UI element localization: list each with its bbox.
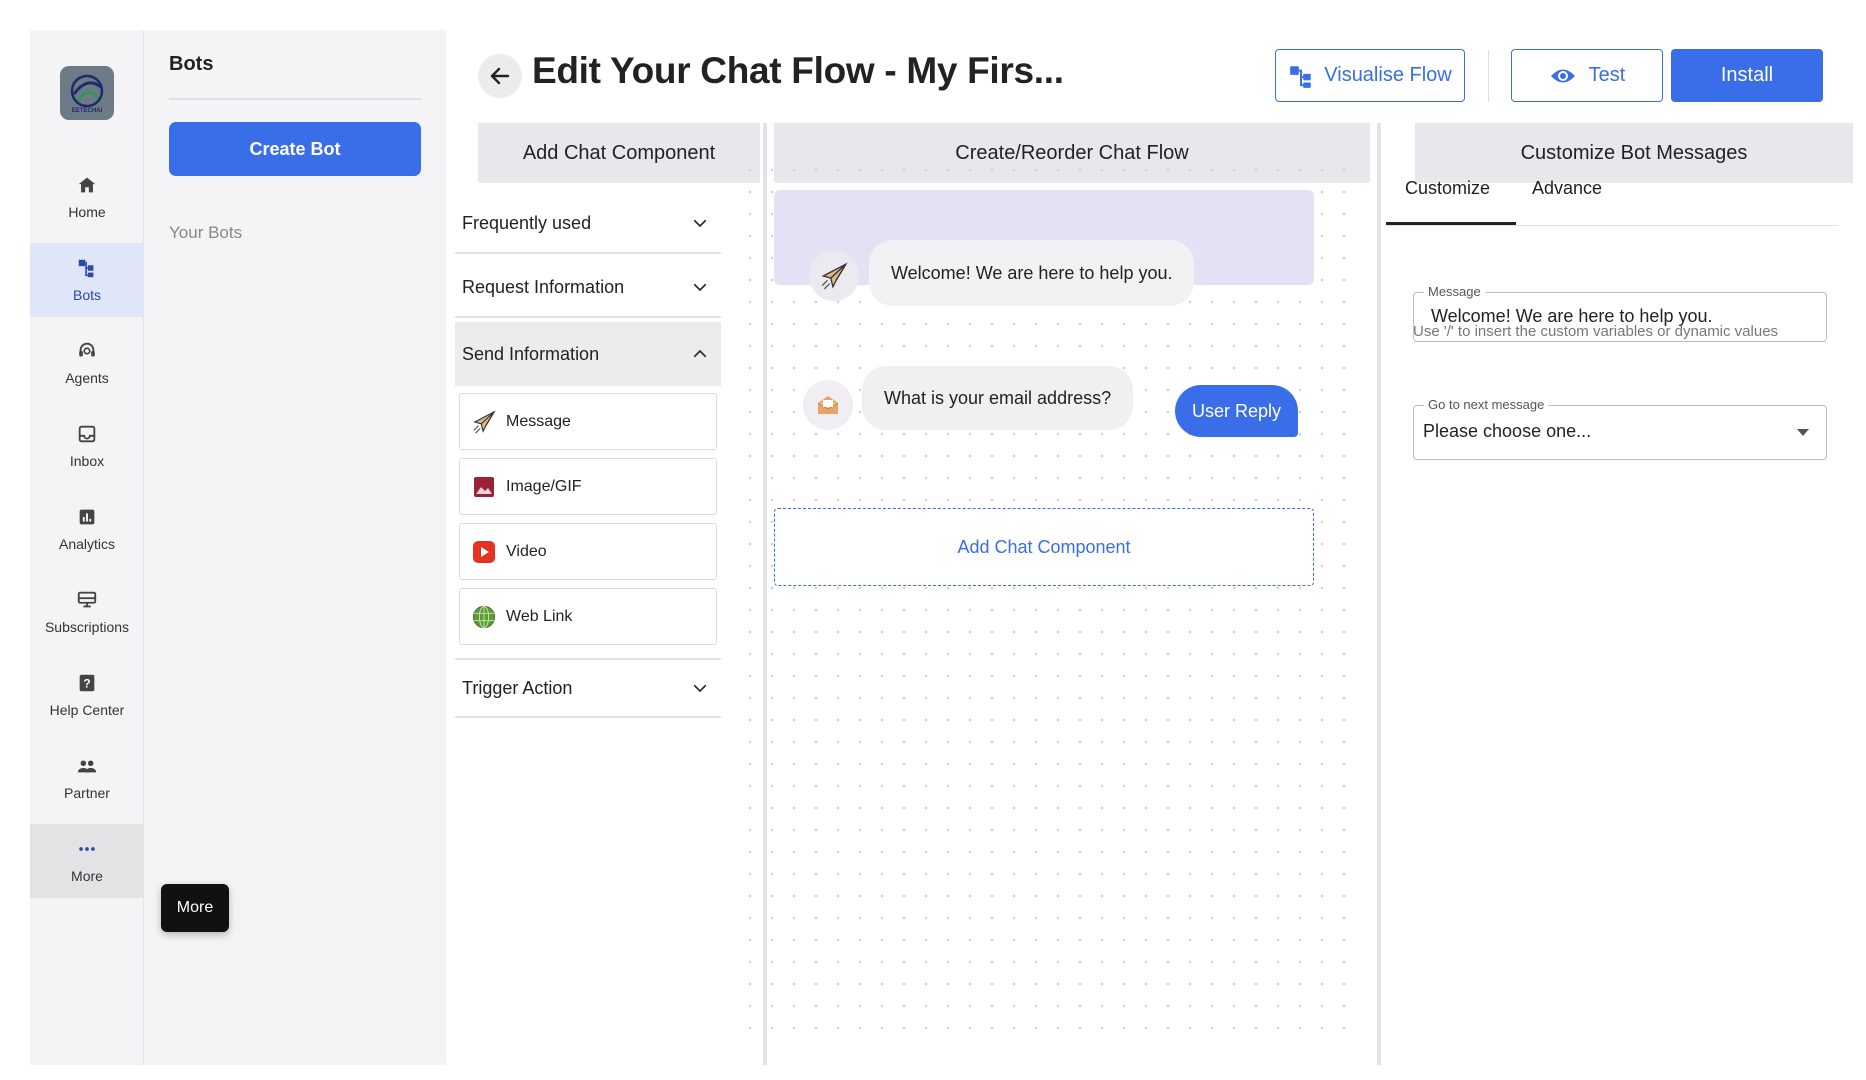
help-icon: ? [79, 674, 95, 692]
email-question-bubble[interactable]: What is your email address? [862, 366, 1134, 430]
nav-home[interactable]: Home [30, 160, 144, 234]
component-image-gif[interactable]: Image/GIF [459, 458, 717, 515]
group-label: Frequently used [462, 212, 592, 233]
nav-home-label: Home [68, 204, 106, 220]
test-label: Test [1588, 64, 1626, 86]
tab-customize[interactable]: Customize [1405, 178, 1490, 199]
svg-text:EETECHAI: EETECHAI [72, 108, 103, 114]
nav-analytics-label: Analytics [58, 536, 116, 552]
image-icon [472, 475, 496, 499]
nav-help-center-label: Help Center [49, 702, 125, 718]
flow-icon [1290, 65, 1312, 88]
add-component-header: Add Chat Component [478, 123, 760, 183]
more-tooltip: More [161, 884, 229, 932]
nav-agents-label: Agents [65, 370, 109, 386]
nav-subscriptions[interactable]: Subscriptions [30, 575, 144, 649]
chevron-down-icon [693, 283, 707, 292]
component-web-link[interactable]: Web Link [459, 588, 717, 645]
nav-subscriptions-label: Subscriptions [44, 619, 130, 635]
header-divider [1488, 50, 1489, 102]
visualise-flow-label: Visualise Flow [1324, 64, 1452, 86]
nav-bots[interactable]: Bots [30, 243, 144, 317]
page-title: Edit Your Chat Flow - My Firs... [532, 50, 1064, 91]
nav-partner[interactable]: Partner [30, 741, 144, 815]
component-label: Video [506, 542, 547, 560]
customize-header: Customize Bot Messages [1415, 123, 1853, 183]
divider [169, 98, 421, 100]
chevron-up-icon [693, 349, 707, 358]
component-video[interactable]: Video [459, 523, 717, 580]
nav-inbox-label: Inbox [69, 453, 105, 469]
welcome-bubble: Welcome! We are here to help you. [869, 240, 1195, 306]
test-button[interactable]: Test [1511, 49, 1663, 102]
component-label: Web Link [506, 607, 573, 625]
component-label: Image/GIF [506, 477, 582, 495]
inbox-icon [78, 425, 96, 443]
group-request-information[interactable]: Request Information [455, 258, 721, 318]
component-label: Message [506, 412, 571, 430]
paper-plane-icon [472, 409, 496, 434]
back-button[interactable] [478, 54, 522, 98]
user-reply-bubble[interactable]: User Reply [1175, 385, 1298, 437]
next-message-label: Go to next message [1424, 397, 1549, 412]
tab-advance[interactable]: Advance [1532, 178, 1602, 199]
more-icon [79, 847, 95, 851]
active-tab-indicator [1386, 222, 1516, 225]
nav-agents[interactable]: Agents [30, 326, 144, 400]
group-label: Trigger Action [462, 677, 573, 698]
nav-more[interactable]: More [30, 824, 144, 898]
caret-down-icon [1797, 429, 1809, 436]
nav-analytics[interactable]: Analytics [30, 492, 144, 566]
logo-icon: EETECHAI [70, 74, 104, 114]
bot-message-avatar [809, 251, 859, 301]
bots-panel-title: Bots [169, 53, 214, 75]
svg-text:?: ? [83, 677, 90, 691]
welcome-text: Welcome! We are here to help you. [891, 262, 1173, 283]
nav-bots-label: Bots [72, 287, 101, 303]
add-chat-component-button[interactable]: Add Chat Component [774, 508, 1314, 586]
subscriptions-icon [77, 591, 97, 608]
chevron-down-icon [693, 684, 707, 693]
analytics-icon [79, 509, 95, 525]
group-frequently-used[interactable]: Frequently used [455, 194, 721, 254]
install-button[interactable]: Install [1671, 49, 1823, 102]
next-message-select[interactable]: Go to next message Please choose one... [1413, 397, 1827, 460]
home-icon [78, 177, 96, 193]
your-bots-heading: Your Bots [169, 223, 243, 242]
chevron-down-icon [693, 219, 707, 228]
nav-more-label: More [71, 868, 103, 884]
next-message-value: Please choose one... [1423, 421, 1592, 441]
video-icon [472, 540, 496, 564]
create-bot-button[interactable]: Create Bot [169, 122, 421, 176]
agents-icon [79, 342, 95, 357]
nav-inbox[interactable]: Inbox [30, 409, 144, 483]
paper-plane-icon [821, 262, 848, 290]
visualise-flow-button[interactable]: Visualise Flow [1275, 49, 1465, 102]
component-message[interactable]: Message [459, 393, 717, 450]
tabs-divider [1386, 225, 1838, 226]
eye-icon [1550, 69, 1575, 82]
partner-icon [77, 760, 97, 773]
email-question-text: What is your email address? [884, 387, 1112, 408]
envelope-icon [817, 396, 839, 414]
arrow-left-icon [490, 67, 510, 85]
brand-logo[interactable]: EETECHAI [60, 66, 114, 120]
bots-icon [78, 259, 94, 278]
globe-icon [472, 605, 496, 629]
nav-help-center[interactable]: ? Help Center [30, 658, 144, 732]
group-trigger-action[interactable]: Trigger Action [455, 658, 721, 718]
nav-partner-label: Partner [64, 785, 110, 801]
main-nav: EETECHAI Home Bots Agents Inbox Analytic… [30, 30, 144, 1065]
email-question-avatar [803, 380, 853, 430]
message-helper-text: Use '/' to insert the custom variables o… [1413, 323, 1779, 340]
group-send-information[interactable]: Send Information [455, 322, 721, 386]
message-field-label: Message [1424, 284, 1485, 299]
column-separator [1377, 123, 1381, 1065]
group-label: Request Information [462, 276, 625, 297]
group-label: Send Information [462, 343, 600, 364]
